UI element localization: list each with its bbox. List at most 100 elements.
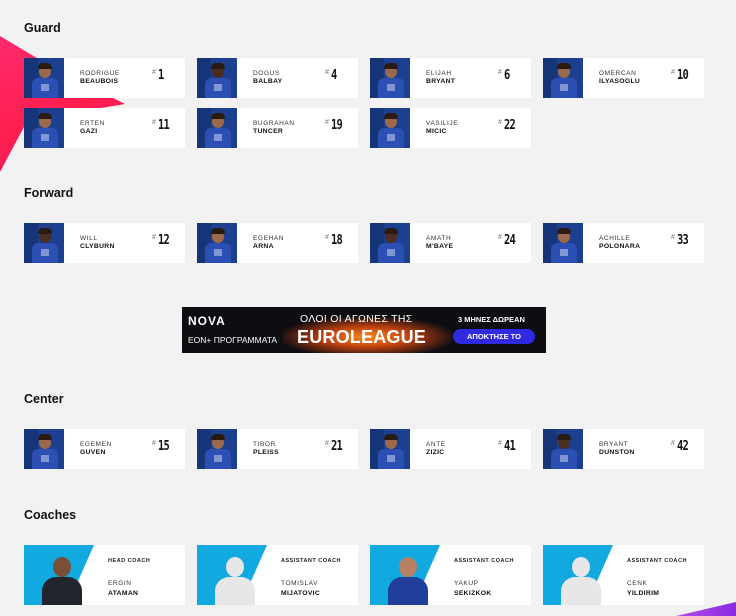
player-photo <box>24 223 64 263</box>
coach-photo <box>40 557 84 605</box>
player-first-name: Ante <box>426 441 446 448</box>
player-last-name: Bryant <box>426 78 456 85</box>
player-card[interactable]: Omercan Ilyasoglu #10 <box>543 58 704 98</box>
ad-subtitle: ΕΟΝ+ ΠΡΟΓΡΑΜΜΑΤΑ <box>188 335 277 345</box>
player-photo <box>543 429 583 469</box>
player-number: 6 <box>503 68 510 83</box>
hash-icon: # <box>152 119 156 126</box>
player-photo <box>24 58 64 98</box>
coach-card[interactable]: Head Coach Ergin Ataman <box>24 545 185 605</box>
player-number: 18 <box>330 233 343 248</box>
player-number: 12 <box>157 233 170 248</box>
coach-role: Assistant Coach <box>281 558 341 564</box>
coach-first-name: Yakup <box>454 580 479 587</box>
player-card[interactable]: Bryant Dunston #42 <box>543 429 704 469</box>
player-number: 19 <box>330 118 343 133</box>
player-card[interactable]: Egemen Guven #15 <box>24 429 185 469</box>
player-first-name: Amath <box>426 235 452 242</box>
coach-placeholder-icon <box>213 557 257 605</box>
ad-headline: ΟΛΟΙ ΟΙ ΑΓΩΝΕΣ ΤΗΣ <box>300 313 413 325</box>
player-number: 10 <box>676 68 689 83</box>
ad-cta-button[interactable]: ΑΠΟΚΤΗΣΕ ΤΟ <box>453 329 535 344</box>
player-first-name: Dogus <box>253 70 280 77</box>
player-card[interactable]: Dogus Balbay #4 <box>197 58 358 98</box>
player-last-name: Tuncer <box>253 128 284 135</box>
player-last-name: Balbay <box>253 78 283 85</box>
coach-role: Assistant Coach <box>454 558 514 564</box>
player-first-name: Egemen <box>80 441 112 448</box>
player-photo <box>543 223 583 263</box>
player-photo <box>543 58 583 98</box>
player-last-name: Gazi <box>80 128 98 135</box>
player-number: 15 <box>157 439 170 454</box>
coach-first-name: Cenk <box>627 580 648 587</box>
player-number: 33 <box>676 233 689 248</box>
decorative-stripe-left <box>0 36 125 172</box>
hash-icon: # <box>498 234 502 241</box>
player-number: 1 <box>157 68 164 83</box>
coach-placeholder-icon <box>559 557 603 605</box>
player-last-name: Beaubois <box>80 78 119 85</box>
player-first-name: Achille <box>599 235 631 242</box>
coach-role: Head Coach <box>108 558 151 564</box>
coach-last-name: Ataman <box>108 590 139 597</box>
section-title-forward: Forward <box>24 186 74 200</box>
player-card[interactable]: Amath M'Baye #24 <box>370 223 531 263</box>
coach-last-name: Sekizkok <box>454 590 492 597</box>
player-first-name: Omercan <box>599 70 637 77</box>
player-card[interactable]: Ante Zizic #41 <box>370 429 531 469</box>
player-last-name: Zizic <box>426 449 445 456</box>
player-number: 11 <box>157 118 170 133</box>
ad-banner[interactable]: NOVA ΕΟΝ+ ΠΡΟΓΡΑΜΜΑΤΑ ΟΛΟΙ ΟΙ ΑΓΩΝΕΣ ΤΗΣ… <box>182 307 546 353</box>
player-first-name: Rodrigue <box>80 70 120 77</box>
hash-icon: # <box>325 119 329 126</box>
player-photo <box>24 108 64 148</box>
player-photo <box>197 429 237 469</box>
hash-icon: # <box>325 440 329 447</box>
player-photo <box>197 108 237 148</box>
hash-icon: # <box>498 119 502 126</box>
player-last-name: Guven <box>80 449 106 456</box>
player-number: 42 <box>676 439 689 454</box>
coach-card[interactable]: Assistant Coach Tomislav Mijatovic <box>197 545 358 605</box>
player-first-name: Elijah <box>426 70 452 77</box>
hash-icon: # <box>498 440 502 447</box>
player-card[interactable]: Bugrahan Tuncer #19 <box>197 108 358 148</box>
section-title-center: Center <box>24 392 64 406</box>
section-title-coaches: Coaches <box>24 508 77 522</box>
hash-icon: # <box>325 234 329 241</box>
player-card[interactable]: Rodrigue Beaubois #1 <box>24 58 185 98</box>
player-number: 22 <box>503 118 516 133</box>
player-card[interactable]: Achille Polonara #33 <box>543 223 704 263</box>
player-first-name: Bryant <box>599 441 629 448</box>
coach-last-name: Yildirim <box>627 590 660 597</box>
player-number: 24 <box>503 233 516 248</box>
player-first-name: Vasilije <box>426 120 459 127</box>
player-number: 41 <box>503 439 516 454</box>
coach-last-name: Mijatovic <box>281 590 321 597</box>
section-title-guard: Guard <box>24 21 61 35</box>
player-photo <box>24 429 64 469</box>
ad-offer: 3 ΜΗΝΕΣ ΔΩΡΕΑΝ <box>458 315 525 324</box>
player-last-name: Dunston <box>599 449 635 456</box>
player-photo <box>370 429 410 469</box>
ad-brand-logo: NOVA <box>188 314 226 328</box>
player-last-name: Clyburn <box>80 243 115 250</box>
coach-card[interactable]: Assistant Coach Yakup Sekizkok <box>370 545 531 605</box>
player-card[interactable]: Tibor Pleiss #21 <box>197 429 358 469</box>
player-card[interactable]: Vasilije Micic #22 <box>370 108 531 148</box>
coach-card[interactable]: Assistant Coach Cenk Yildirim <box>543 545 704 605</box>
hash-icon: # <box>152 440 156 447</box>
player-photo <box>370 58 410 98</box>
player-card[interactable]: Egehan Arna #18 <box>197 223 358 263</box>
player-last-name: Ilyasoglu <box>599 78 641 85</box>
player-last-name: M'Baye <box>426 243 454 250</box>
player-last-name: Polonara <box>599 243 641 250</box>
hash-icon: # <box>671 234 675 241</box>
hash-icon: # <box>671 440 675 447</box>
player-card[interactable]: Elijah Bryant #6 <box>370 58 531 98</box>
player-photo <box>370 108 410 148</box>
player-card[interactable]: Will Clyburn #12 <box>24 223 185 263</box>
player-card[interactable]: Erten Gazi #11 <box>24 108 185 148</box>
player-first-name: Bugrahan <box>253 120 295 127</box>
